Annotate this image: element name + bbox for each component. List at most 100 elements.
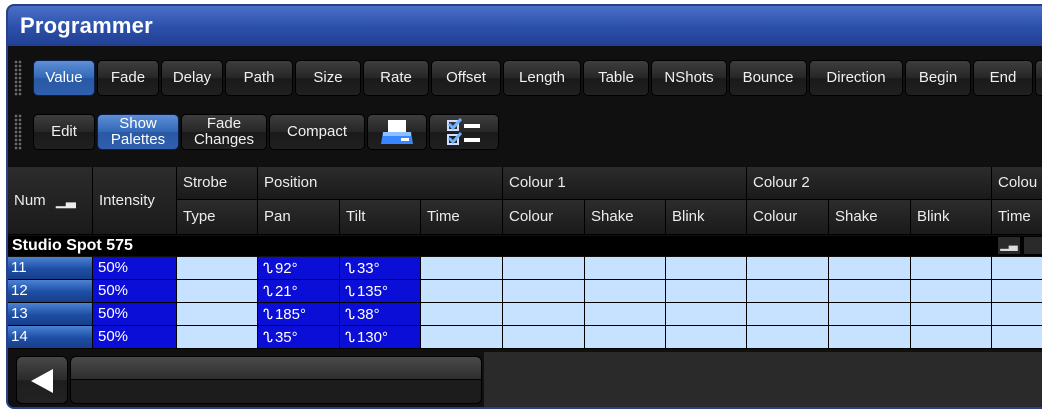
bounce-button[interactable]: Bounce — [729, 60, 807, 96]
rate-button[interactable]: Rate — [363, 60, 429, 96]
delay-button[interactable]: Delay — [161, 60, 223, 96]
empty-cell[interactable] — [421, 326, 503, 349]
empty-cell[interactable] — [585, 326, 666, 349]
empty-cell[interactable] — [503, 257, 585, 280]
empty-cell[interactable] — [177, 257, 258, 280]
empty-cell[interactable] — [829, 257, 911, 280]
empty-cell[interactable] — [666, 280, 747, 303]
offset-button[interactable]: Offset — [431, 60, 501, 96]
empty-cell[interactable] — [911, 280, 992, 303]
scrollbar-thumb[interactable] — [70, 356, 482, 380]
colour1-group-header[interactable]: Colour 1 — [503, 167, 747, 200]
empty-cell[interactable] — [666, 257, 747, 280]
end-button[interactable]: End — [973, 60, 1033, 96]
sort-toggle-icon[interactable] — [1024, 237, 1042, 254]
pan-header[interactable]: Pan — [258, 200, 340, 235]
empty-cell[interactable] — [421, 280, 503, 303]
empty-cell[interactable] — [747, 303, 829, 326]
empty-cell[interactable] — [992, 326, 1042, 349]
nshots-button[interactable]: NShots — [651, 60, 727, 96]
fade-button[interactable]: Fade — [97, 60, 159, 96]
pan-cell[interactable]: ᔐ 92° — [258, 257, 340, 280]
empty-cell[interactable] — [585, 280, 666, 303]
begin-button[interactable]: Begin — [905, 60, 971, 96]
intensity-cell[interactable]: 50% — [93, 326, 177, 349]
empty-cell[interactable] — [421, 303, 503, 326]
c2-colour-header[interactable]: Colour — [747, 200, 829, 235]
empty-cell[interactable] — [666, 303, 747, 326]
empty-cell[interactable] — [911, 326, 992, 349]
empty-cell[interactable] — [747, 280, 829, 303]
empty-cell[interactable] — [992, 257, 1042, 280]
value-button[interactable]: Value — [33, 60, 95, 96]
print-button[interactable] — [367, 114, 427, 150]
position-group-header[interactable]: Position — [258, 167, 503, 200]
intensity-cell[interactable]: 50% — [93, 303, 177, 326]
tilt-cell[interactable]: ᔐ 38° — [340, 303, 421, 326]
toolbar-grip[interactable] — [14, 114, 22, 150]
empty-cell[interactable] — [585, 257, 666, 280]
empty-cell[interactable] — [585, 303, 666, 326]
strobe-type-header[interactable]: Type — [177, 200, 258, 235]
direction-button[interactable]: Direction — [809, 60, 903, 96]
num-cell[interactable]: 14 — [8, 326, 93, 349]
empty-cell[interactable] — [503, 326, 585, 349]
c1-shake-header[interactable]: Shake — [585, 200, 666, 235]
fade-changes-button[interactable]: Fade Changes — [181, 114, 267, 150]
empty-cell[interactable] — [829, 280, 911, 303]
strobe-group-header[interactable]: Strobe — [177, 167, 258, 200]
intensity-column-header[interactable]: Intensity — [93, 167, 177, 235]
pan-cell[interactable]: ᔐ 21° — [258, 280, 340, 303]
pan-cell[interactable]: ᔐ 185° — [258, 303, 340, 326]
pan-cell[interactable]: ᔐ 35° — [258, 326, 340, 349]
colour3-group-header[interactable]: Colou — [992, 167, 1042, 200]
empty-cell[interactable] — [992, 303, 1042, 326]
c3-time-header[interactable]: Time — [992, 200, 1042, 235]
c1-blink-header[interactable]: Blink — [666, 200, 747, 235]
title-bar[interactable]: Programmer — [8, 6, 1042, 46]
tilt-cell[interactable]: ᔐ 33° — [340, 257, 421, 280]
colour2-group-header[interactable]: Colour 2 — [747, 167, 992, 200]
compact-button[interactable]: Compact — [269, 114, 365, 150]
empty-cell[interactable] — [747, 257, 829, 280]
fixture-type-row[interactable]: Studio Spot 575 ▁▃ — [8, 236, 1042, 256]
empty-cell[interactable] — [503, 280, 585, 303]
c2-shake-header[interactable]: Shake — [829, 200, 911, 235]
empty-cell[interactable] — [829, 326, 911, 349]
sort-icon[interactable]: ▁▃ — [56, 193, 76, 208]
empty-cell[interactable] — [829, 303, 911, 326]
empty-cell[interactable] — [747, 326, 829, 349]
num-column-header[interactable]: Num ▁▃ — [8, 167, 93, 235]
empty-cell[interactable] — [503, 303, 585, 326]
tilt-header[interactable]: Tilt — [340, 200, 421, 235]
path-button[interactable]: Path — [225, 60, 293, 96]
back-button[interactable] — [16, 356, 68, 404]
empty-cell[interactable] — [177, 280, 258, 303]
size-button[interactable]: Size — [295, 60, 361, 96]
empty-cell[interactable] — [666, 326, 747, 349]
empty-cell[interactable] — [177, 303, 258, 326]
empty-cell[interactable] — [421, 257, 503, 280]
show-palettes-button[interactable]: Show Palettes — [97, 114, 179, 150]
checklist-button[interactable] — [429, 114, 499, 150]
table-button[interactable]: Table — [583, 60, 649, 96]
intensity-cell[interactable]: 50% — [93, 280, 177, 303]
num-cell[interactable]: 11 — [8, 257, 93, 280]
scroll-track[interactable] — [484, 352, 1042, 407]
length-button[interactable]: Length — [503, 60, 581, 96]
empty-cell[interactable] — [911, 257, 992, 280]
c1-colour-header[interactable]: Colour — [503, 200, 585, 235]
empty-cell[interactable] — [992, 280, 1042, 303]
empty-cell[interactable] — [177, 326, 258, 349]
tilt-cell[interactable]: ᔐ 130° — [340, 326, 421, 349]
more-button[interactable] — [1035, 60, 1042, 96]
position-time-header[interactable]: Time — [421, 200, 503, 235]
num-cell[interactable]: 13 — [8, 303, 93, 326]
intensity-cell[interactable]: 50% — [93, 257, 177, 280]
tilt-cell[interactable]: ᔐ 135° — [340, 280, 421, 303]
sort-icon[interactable]: ▁▃ — [998, 237, 1020, 254]
empty-cell[interactable] — [911, 303, 992, 326]
toolbar-grip[interactable] — [14, 60, 22, 96]
c2-blink-header[interactable]: Blink — [911, 200, 992, 235]
num-cell[interactable]: 12 — [8, 280, 93, 303]
